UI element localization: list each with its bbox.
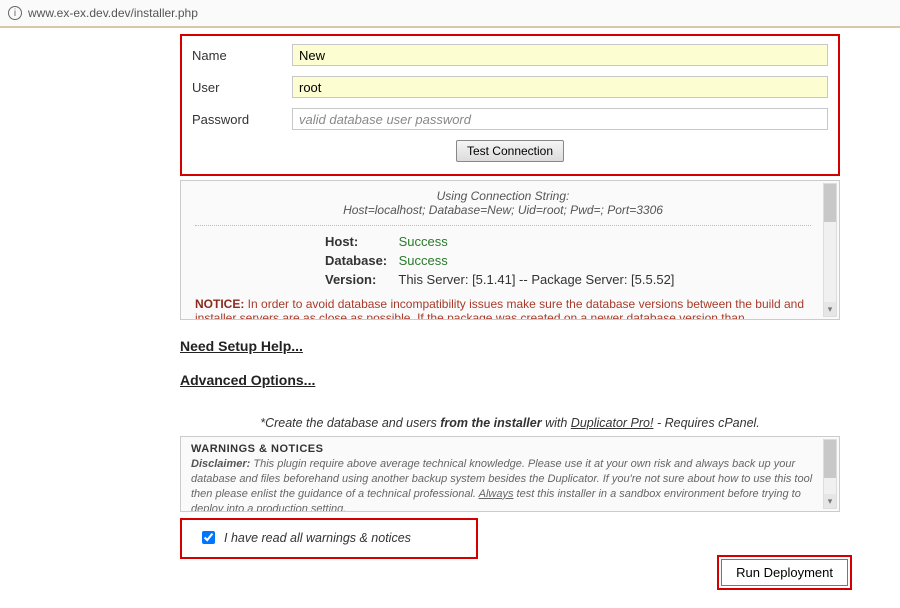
create-db-note: *Create the database and users from the … xyxy=(180,416,840,430)
notice-label: NOTICE: xyxy=(195,297,244,311)
advanced-options-link[interactable]: Advanced Options... xyxy=(180,372,840,388)
agree-checkbox[interactable] xyxy=(202,531,215,544)
scroll-thumb[interactable] xyxy=(824,184,836,222)
label-password: Password xyxy=(192,112,292,127)
db-form-highlight: Name User Password Test Connection xyxy=(180,34,840,176)
agree-row: I have read all warnings & notices xyxy=(198,528,411,547)
row-user: User xyxy=(192,76,828,98)
host-status: Success xyxy=(399,234,448,249)
warnings-pane: WARNINGS & NOTICES Disclaimer: This plug… xyxy=(180,436,840,512)
input-db-name[interactable] xyxy=(292,44,828,66)
warn-scroll-thumb[interactable] xyxy=(824,440,836,478)
test-connection-button[interactable]: Test Connection xyxy=(456,140,564,162)
notice-body: In order to avoid database incompatibili… xyxy=(195,297,804,320)
conn-using-label: Using Connection String: xyxy=(195,189,811,203)
database-status: Success xyxy=(399,253,448,268)
row-name: Name xyxy=(192,44,828,66)
row-password: Password xyxy=(192,108,828,130)
agree-highlight: I have read all warnings & notices xyxy=(180,518,478,559)
warn-scroll-down-icon[interactable]: ▾ xyxy=(824,494,836,508)
cn-post: - Requires cPanel. xyxy=(653,416,759,430)
result-table: Host: Success Database: Success Version:… xyxy=(325,234,811,287)
warnings-title: WARNINGS & NOTICES xyxy=(191,443,829,455)
input-db-password[interactable] xyxy=(292,108,828,130)
notice-text: NOTICE: In order to avoid database incom… xyxy=(195,297,811,320)
result-scrollbar[interactable]: ▾ xyxy=(823,183,837,317)
input-db-user[interactable] xyxy=(292,76,828,98)
always-underline: Always xyxy=(479,488,514,500)
installer-content: Name User Password Test Connection Using… xyxy=(180,28,840,559)
warnings-scrollbar[interactable]: ▾ xyxy=(823,439,837,509)
run-deployment-button[interactable]: Run Deployment xyxy=(721,559,848,586)
need-setup-help-link[interactable]: Need Setup Help... xyxy=(180,338,840,354)
agree-label: I have read all warnings & notices xyxy=(224,531,411,545)
cn-mid: with xyxy=(542,416,571,430)
run-deployment-wrap: Run Deployment xyxy=(717,555,852,590)
run-deployment-highlight: Run Deployment xyxy=(717,555,852,590)
info-icon: i xyxy=(8,6,22,20)
disclaimer-label: Disclaimer: xyxy=(191,458,250,470)
conn-string: Host=localhost; Database=New; Uid=root; … xyxy=(195,203,811,217)
label-user: User xyxy=(192,80,292,95)
divider xyxy=(195,225,811,226)
version-text: This Server: [5.1.41] -- Package Server:… xyxy=(398,272,674,287)
browser-address-bar: i www.ex-ex.dev.dev/installer.php xyxy=(0,0,900,28)
connection-result-pane: Using Connection String: Host=localhost;… xyxy=(180,180,840,320)
url-text: www.ex-ex.dev.dev/installer.php xyxy=(28,6,198,20)
warnings-body: Disclaimer: This plugin require above av… xyxy=(191,457,829,512)
cn-pre: *Create the database and users xyxy=(260,416,440,430)
duplicator-pro-link[interactable]: Duplicator Pro! xyxy=(571,416,654,430)
database-label: Database: xyxy=(325,253,395,268)
cn-bold: from the installer xyxy=(440,416,541,430)
page: Name User Password Test Connection Using… xyxy=(0,28,900,608)
scroll-down-icon[interactable]: ▾ xyxy=(824,302,836,316)
host-label: Host: xyxy=(325,234,395,249)
version-label: Version: xyxy=(325,272,395,287)
label-name: Name xyxy=(192,48,292,63)
test-connection-row: Test Connection xyxy=(192,140,828,162)
